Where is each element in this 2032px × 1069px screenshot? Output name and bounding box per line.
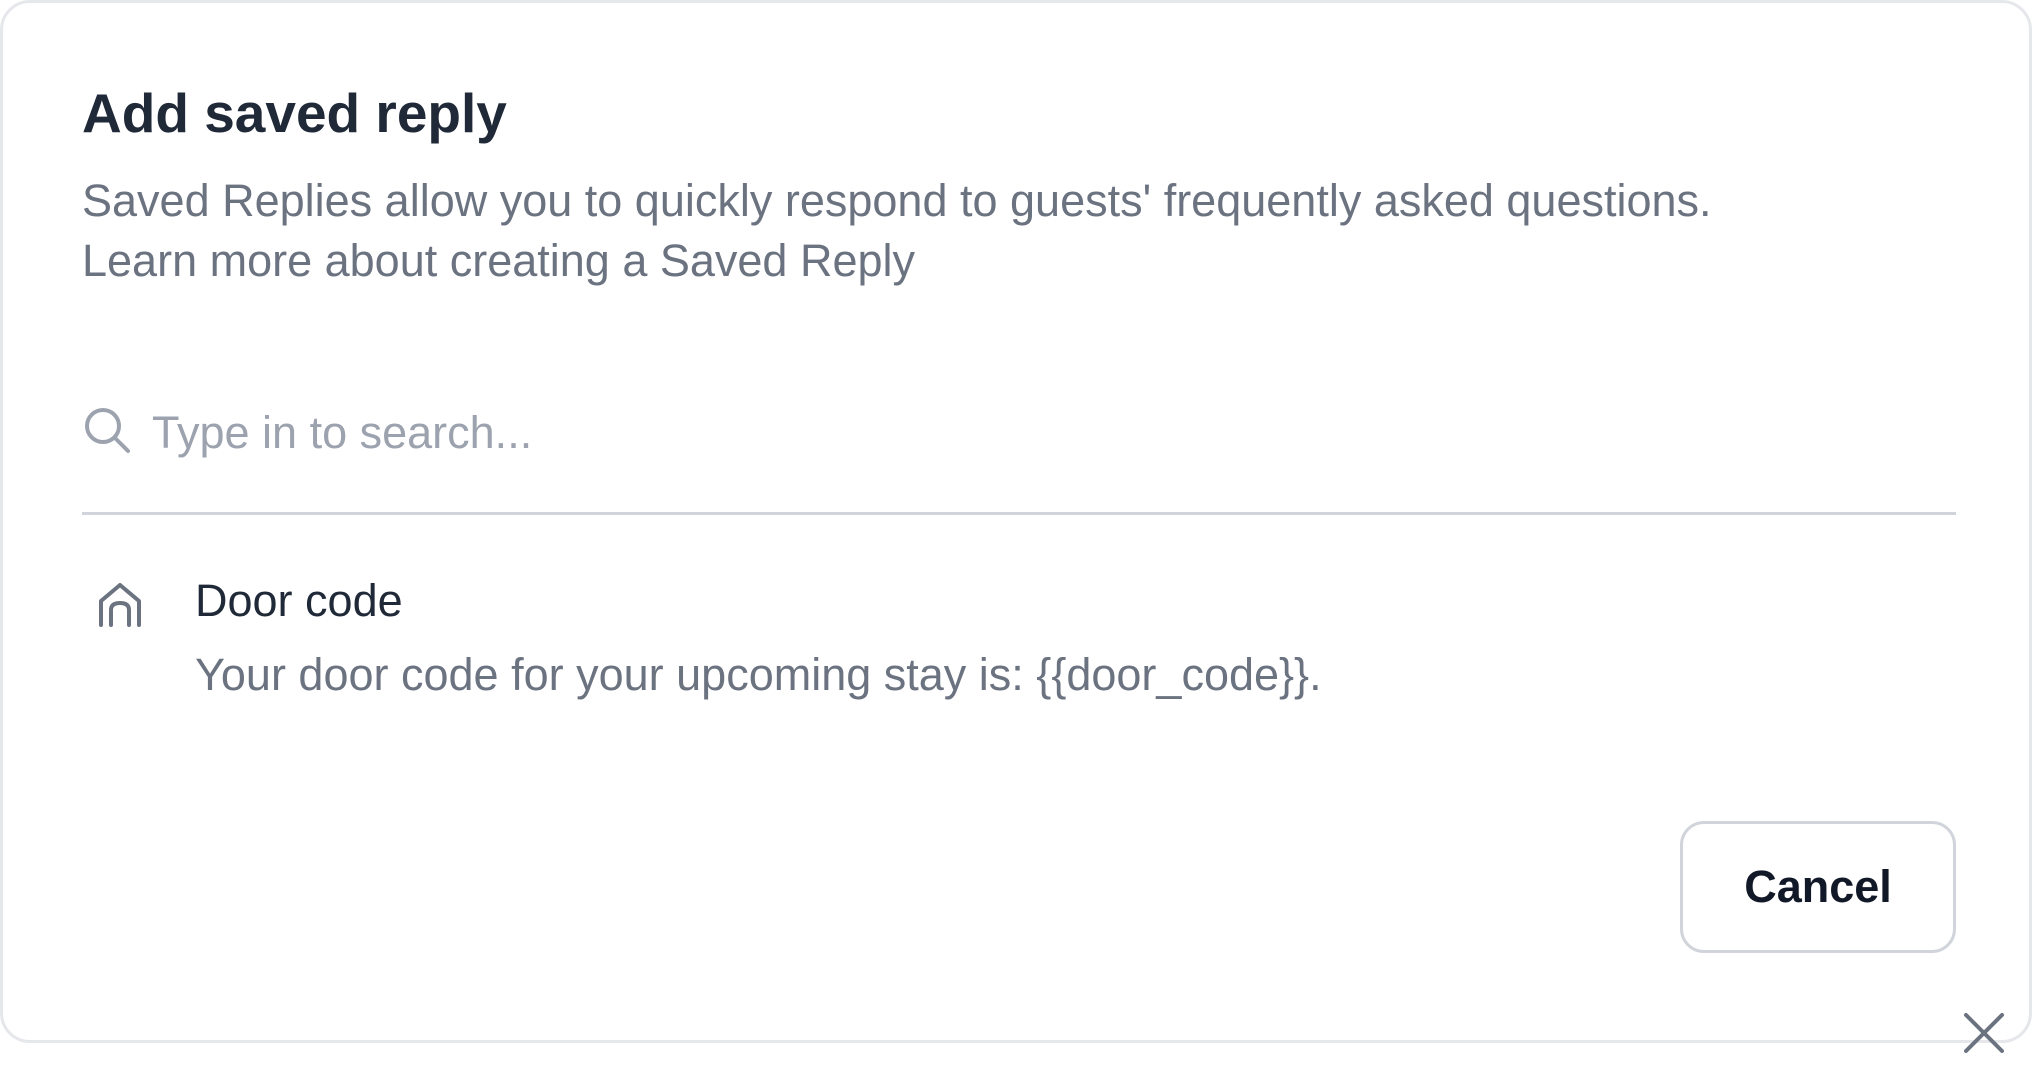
- home-icon: [99, 583, 141, 627]
- search-bar: [82, 383, 1956, 515]
- search-input[interactable]: [152, 393, 1932, 473]
- saved-reply-item-door-code[interactable]: Door code Your door code for your upcomi…: [82, 563, 1956, 713]
- saved-reply-dialog: Add saved reply Saved Replies allow you …: [0, 0, 2032, 1043]
- reply-title: Door code: [195, 575, 403, 626]
- dialog-subtitle: Saved Replies allow you to quickly respo…: [82, 175, 1712, 226]
- search-icon: [85, 408, 130, 453]
- dialog-title: Add saved reply: [82, 82, 507, 144]
- learn-more-link[interactable]: Learn more about creating a Saved Reply: [82, 235, 915, 287]
- reply-body: Your door code for your upcoming stay is…: [195, 649, 1322, 700]
- cancel-button[interactable]: Cancel: [1680, 821, 1956, 953]
- close-icon[interactable]: [1962, 1011, 2006, 1055]
